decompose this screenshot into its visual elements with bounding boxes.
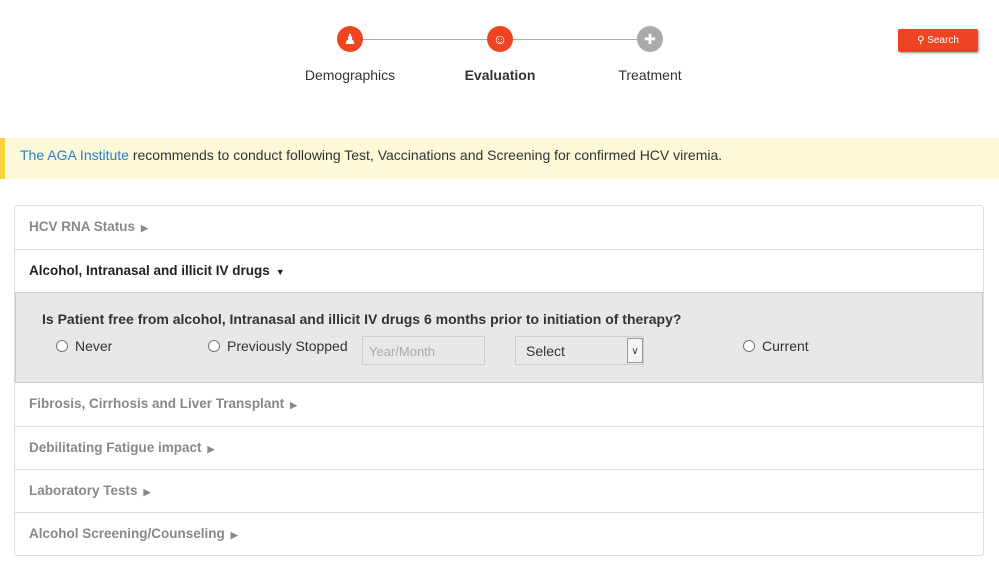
radio-never[interactable]: Never: [56, 338, 112, 354]
recommendation-banner: The AGA Institute recommends to conduct …: [0, 138, 999, 179]
section-alcohol-drugs[interactable]: Alcohol, Intranasal and illicit IV drugs…: [15, 249, 983, 292]
step-evaluation[interactable]: ☺ Evaluation: [440, 26, 560, 83]
radio-current[interactable]: Current: [743, 338, 809, 354]
step-label: Evaluation: [464, 67, 536, 83]
question-text: Is Patient free from alcohol, Intranasal…: [42, 311, 682, 327]
radio-label: Never: [75, 338, 113, 354]
section-title: Laboratory Tests: [29, 483, 138, 498]
person-icon: ♟: [337, 26, 363, 52]
caret-right-icon: ▶: [230, 530, 238, 540]
section-title: Alcohol, Intranasal and illicit IV drugs: [29, 263, 270, 278]
caret-right-icon: ▶: [290, 400, 297, 410]
step-demographics[interactable]: ♟ Demographics: [290, 26, 410, 83]
duration-select[interactable]: Select ∨: [515, 336, 644, 365]
section-fibrosis[interactable]: Fibrosis, Cirrhosis and Liver Transplant…: [15, 383, 983, 426]
section-laboratory-tests[interactable]: Laboratory Tests ▶: [15, 469, 983, 512]
step-treatment[interactable]: ✚ Treatment: [590, 26, 710, 83]
search-icon: ⚲: [917, 35, 925, 46]
syringe-icon: ✚: [637, 26, 663, 52]
caret-right-icon: ▶: [143, 487, 151, 497]
banner-text: recommends to conduct following Test, Va…: [128, 147, 723, 163]
section-alcohol-screening[interactable]: Alcohol Screening/Counseling ▶: [15, 512, 983, 555]
aga-institute-link[interactable]: The AGA Institute: [20, 147, 129, 163]
search-label: Search: [927, 35, 959, 46]
select-value: Select: [526, 343, 565, 359]
radio-circle[interactable]: [56, 340, 68, 352]
alcohol-drugs-panel: Is Patient free from alcohol, Intranasal…: [15, 292, 983, 383]
radio-circle[interactable]: [208, 340, 220, 352]
caret-down-icon: ▼: [275, 267, 285, 277]
section-title: HCV RNA Status: [29, 219, 136, 234]
step-label: Treatment: [618, 67, 682, 83]
radio-label: Current: [762, 338, 809, 354]
section-hcv-rna-status[interactable]: HCV RNA Status ▶: [15, 206, 983, 249]
chevron-down-icon: ∨: [627, 338, 643, 363]
search-button[interactable]: ⚲ Search: [898, 29, 978, 52]
radio-circle[interactable]: [743, 340, 755, 352]
evaluation-accordion: HCV RNA Status ▶ Alcohol, Intranasal and …: [14, 205, 984, 556]
doctor-icon: ☺: [487, 26, 513, 52]
caret-right-icon: ▶: [207, 444, 215, 454]
progress-stepper: ♟ Demographics ☺ Evaluation ✚ Treatment: [300, 26, 690, 96]
radio-label: Previously Stopped: [227, 338, 348, 354]
radio-previously-stopped[interactable]: Previously Stopped: [208, 338, 348, 354]
section-title: Alcohol Screening/Counseling: [29, 526, 225, 541]
section-title: Debilitating Fatigue impact: [29, 440, 202, 455]
step-label: Demographics: [304, 67, 396, 83]
caret-right-icon: ▶: [141, 223, 148, 233]
section-title: Fibrosis, Cirrhosis and Liver Transplant: [29, 396, 285, 411]
year-month-input[interactable]: Year/Month: [362, 336, 485, 365]
section-fatigue[interactable]: Debilitating Fatigue impact ▶: [15, 426, 983, 469]
